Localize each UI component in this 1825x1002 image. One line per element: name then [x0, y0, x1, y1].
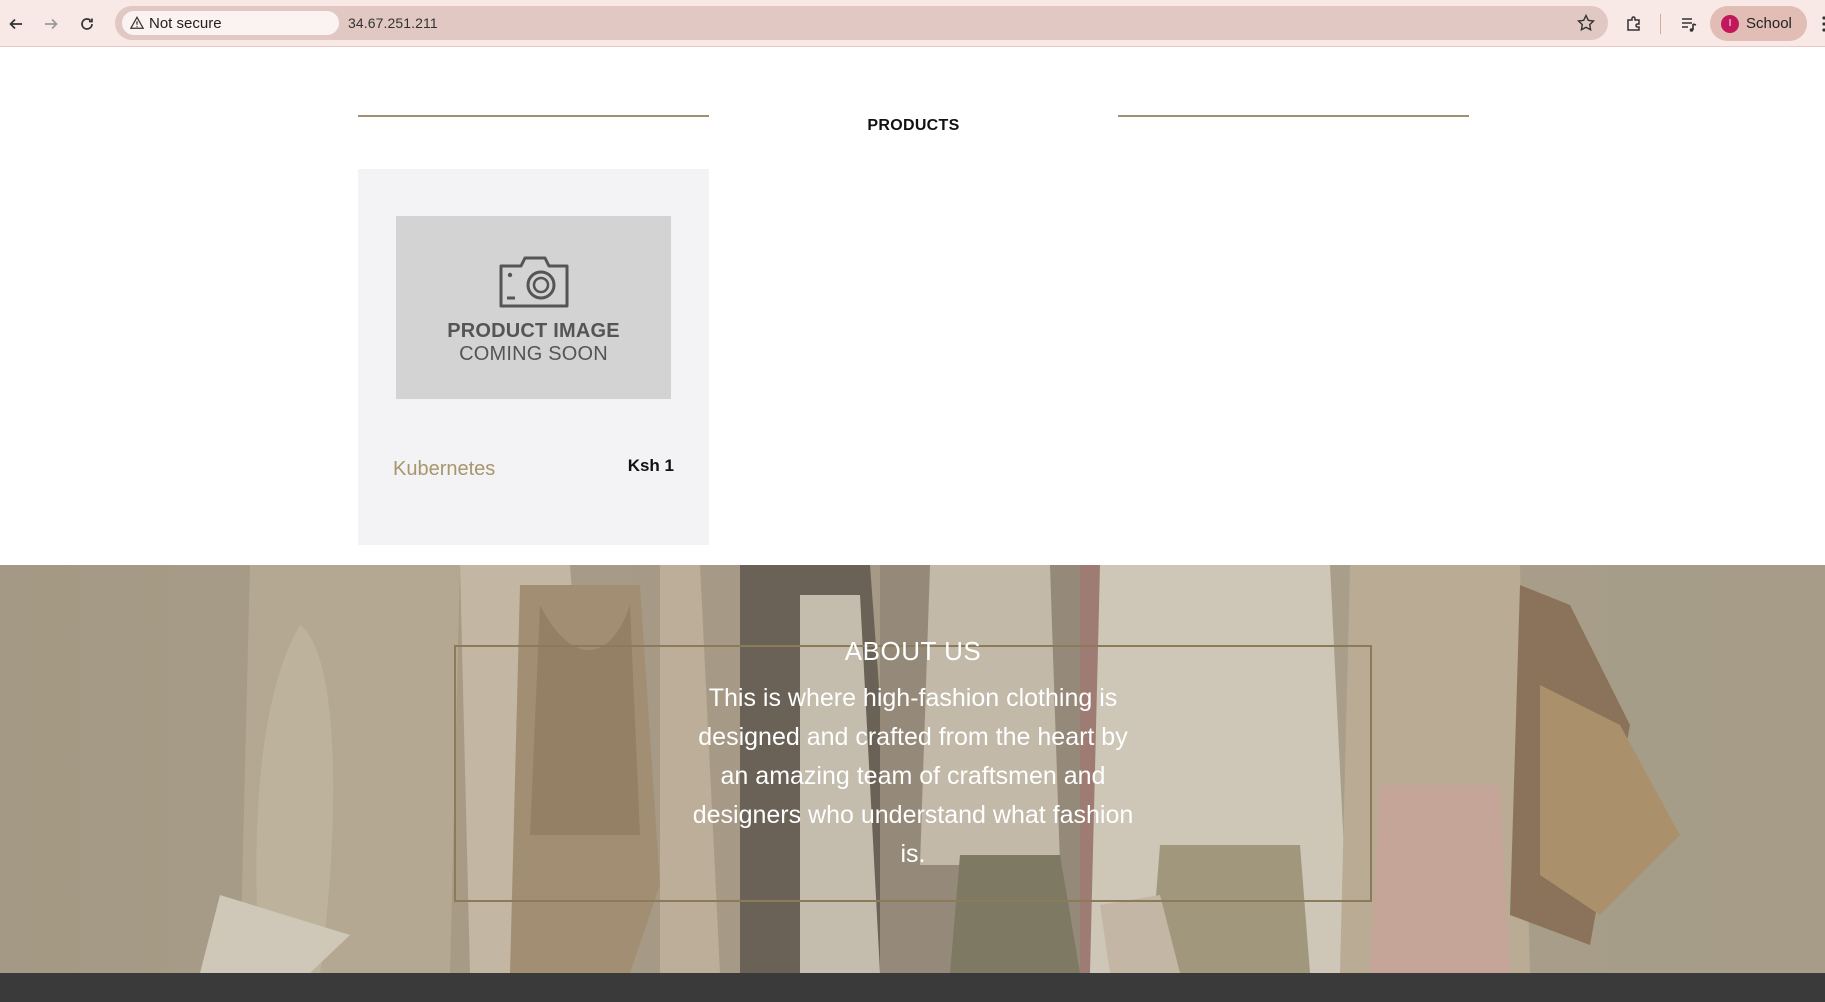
bookmark-star-icon[interactable]: [1576, 13, 1596, 33]
profile-name: School: [1746, 15, 1792, 32]
puzzle-icon: [1627, 16, 1640, 31]
media-controls-button[interactable]: [1676, 11, 1702, 37]
about-section: ABOUT US This is where high-fashion clot…: [0, 565, 1825, 973]
toolbar-divider: [1660, 14, 1661, 34]
back-button[interactable]: [3, 11, 29, 37]
arrow-right-icon: [45, 18, 58, 30]
products-section: PRODUCTS PRODUCT IMAGE COMING SOON Kuber…: [0, 47, 1825, 565]
security-label: Not secure: [149, 14, 222, 32]
product-image-placeholder[interactable]: PRODUCT IMAGE COMING SOON: [396, 216, 671, 399]
camera-icon: [499, 256, 568, 308]
address-bar[interactable]: Not secure 34.67.251.211: [115, 6, 1608, 40]
section-divider-left: [358, 115, 709, 117]
forward-button[interactable]: [38, 11, 64, 37]
image-placeholder-title: PRODUCT IMAGE: [447, 320, 620, 342]
footer: [0, 973, 1825, 1002]
about-title: ABOUT US: [844, 636, 982, 666]
about-text: This is where high-fashion clothing is d…: [692, 684, 1134, 868]
reload-icon: [81, 18, 93, 30]
product-card[interactable]: PRODUCT IMAGE COMING SOON Kubernetes Ksh…: [358, 169, 709, 545]
kebab-menu-icon[interactable]: [1819, 14, 1825, 34]
security-indicator[interactable]: Not secure: [122, 11, 339, 35]
section-divider-right: [1118, 115, 1469, 117]
about-content: ABOUT US This is where high-fashion clot…: [682, 636, 1144, 906]
warning-icon: [130, 16, 144, 29]
extensions-button[interactable]: [1621, 11, 1647, 37]
reload-button[interactable]: [74, 11, 100, 37]
product-price: Ksh 1: [627, 456, 674, 475]
url-text[interactable]: 34.67.251.211: [348, 15, 438, 31]
browser-toolbar: Not secure 34.67.251.211 I School: [0, 0, 1825, 47]
image-placeholder-subtitle: COMING SOON: [459, 343, 608, 365]
arrow-left-icon: [9, 18, 22, 30]
section-title: PRODUCTS: [867, 117, 960, 134]
avatar: I: [1721, 14, 1739, 33]
profile-button[interactable]: I School: [1710, 6, 1807, 41]
product-name-link[interactable]: Kubernetes: [393, 458, 495, 481]
playlist-icon: [1682, 18, 1697, 32]
